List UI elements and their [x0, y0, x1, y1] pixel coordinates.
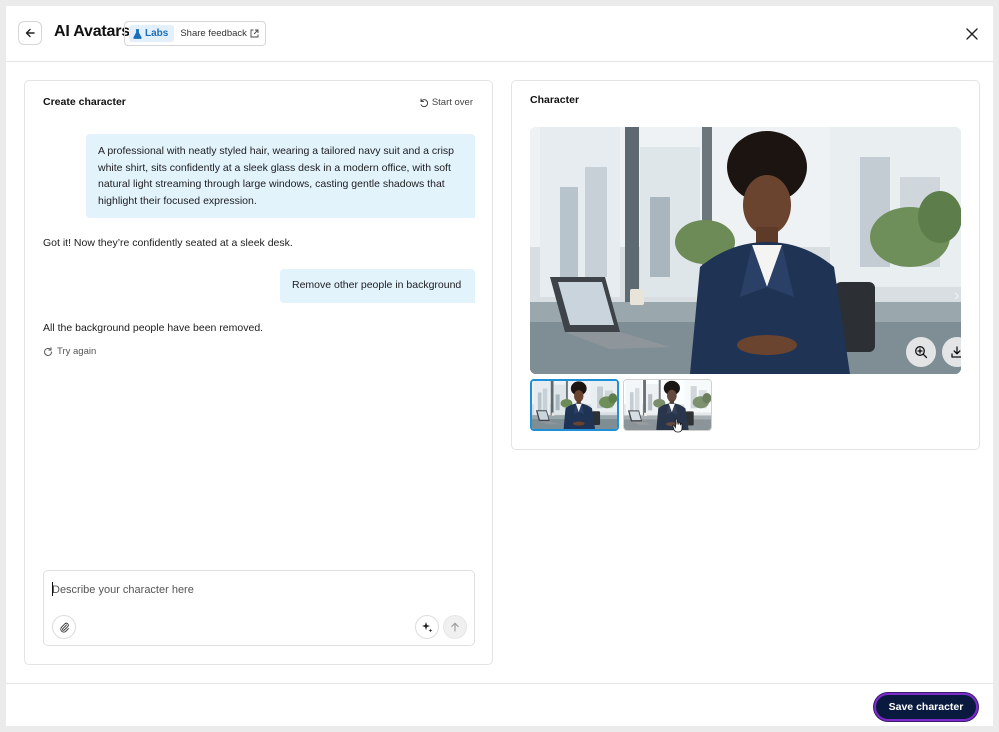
arrow-left-icon [25, 28, 35, 38]
character-title: Character [530, 94, 580, 106]
footer-bar: Save character [6, 683, 993, 726]
thumbnail-image [624, 380, 711, 430]
header-bar: AI Avatars Labs Share feedback [6, 6, 993, 62]
labs-label: Labs [145, 28, 169, 39]
paperclip-icon [59, 622, 69, 633]
external-link-icon [250, 29, 259, 38]
zoom-button[interactable] [906, 337, 936, 367]
arrow-up-icon [451, 622, 459, 632]
share-feedback-label: Share feedback [180, 28, 247, 39]
attach-button[interactable] [52, 615, 76, 639]
character-photo [530, 127, 961, 374]
assistant-message: Got it! Now they’re confidently seated a… [43, 237, 293, 249]
describe-character-input[interactable] [44, 577, 474, 603]
save-character-button[interactable]: Save character [874, 693, 978, 721]
labs-badge: Labs [129, 25, 175, 42]
character-preview-image: › [530, 127, 961, 374]
undo-icon [420, 98, 428, 107]
try-again-button[interactable]: Try again [43, 346, 96, 357]
hand-cursor-icon [672, 418, 683, 433]
close-button[interactable] [963, 25, 981, 43]
thumbnail-1-selected[interactable] [530, 379, 619, 431]
text-caret [52, 582, 53, 596]
zoom-in-icon [915, 346, 928, 359]
app-window: AI Avatars Labs Share feedback Create ch… [6, 6, 993, 726]
sparkle-icon [422, 622, 433, 633]
character-panel: Character › [511, 80, 980, 450]
create-character-title: Create character [43, 96, 126, 108]
send-button[interactable] [443, 615, 467, 639]
close-icon [966, 28, 978, 40]
composer-box [43, 570, 475, 646]
share-feedback-link[interactable]: Share feedback [180, 28, 261, 39]
flask-icon [133, 28, 142, 39]
thumbnail-2[interactable] [623, 379, 712, 431]
enhance-prompt-button[interactable] [415, 615, 439, 639]
try-again-label: Try again [57, 346, 97, 357]
assistant-message: All the background people have been remo… [43, 322, 264, 334]
start-over-button[interactable]: Start over [419, 97, 473, 108]
labs-feedback-group: Labs Share feedback [124, 21, 266, 46]
next-image-icon[interactable]: › [954, 287, 959, 305]
back-button[interactable] [18, 21, 42, 45]
download-icon [951, 346, 961, 358]
thumbnail-image [532, 381, 617, 429]
user-message: A professional with neatly styled hair, … [86, 134, 475, 218]
refresh-icon [44, 346, 52, 356]
app-title: AI Avatars [54, 23, 130, 40]
create-character-panel: Create character Start over A profession… [24, 80, 493, 665]
user-message: Remove other people in background [280, 269, 475, 303]
start-over-label: Start over [431, 97, 473, 108]
